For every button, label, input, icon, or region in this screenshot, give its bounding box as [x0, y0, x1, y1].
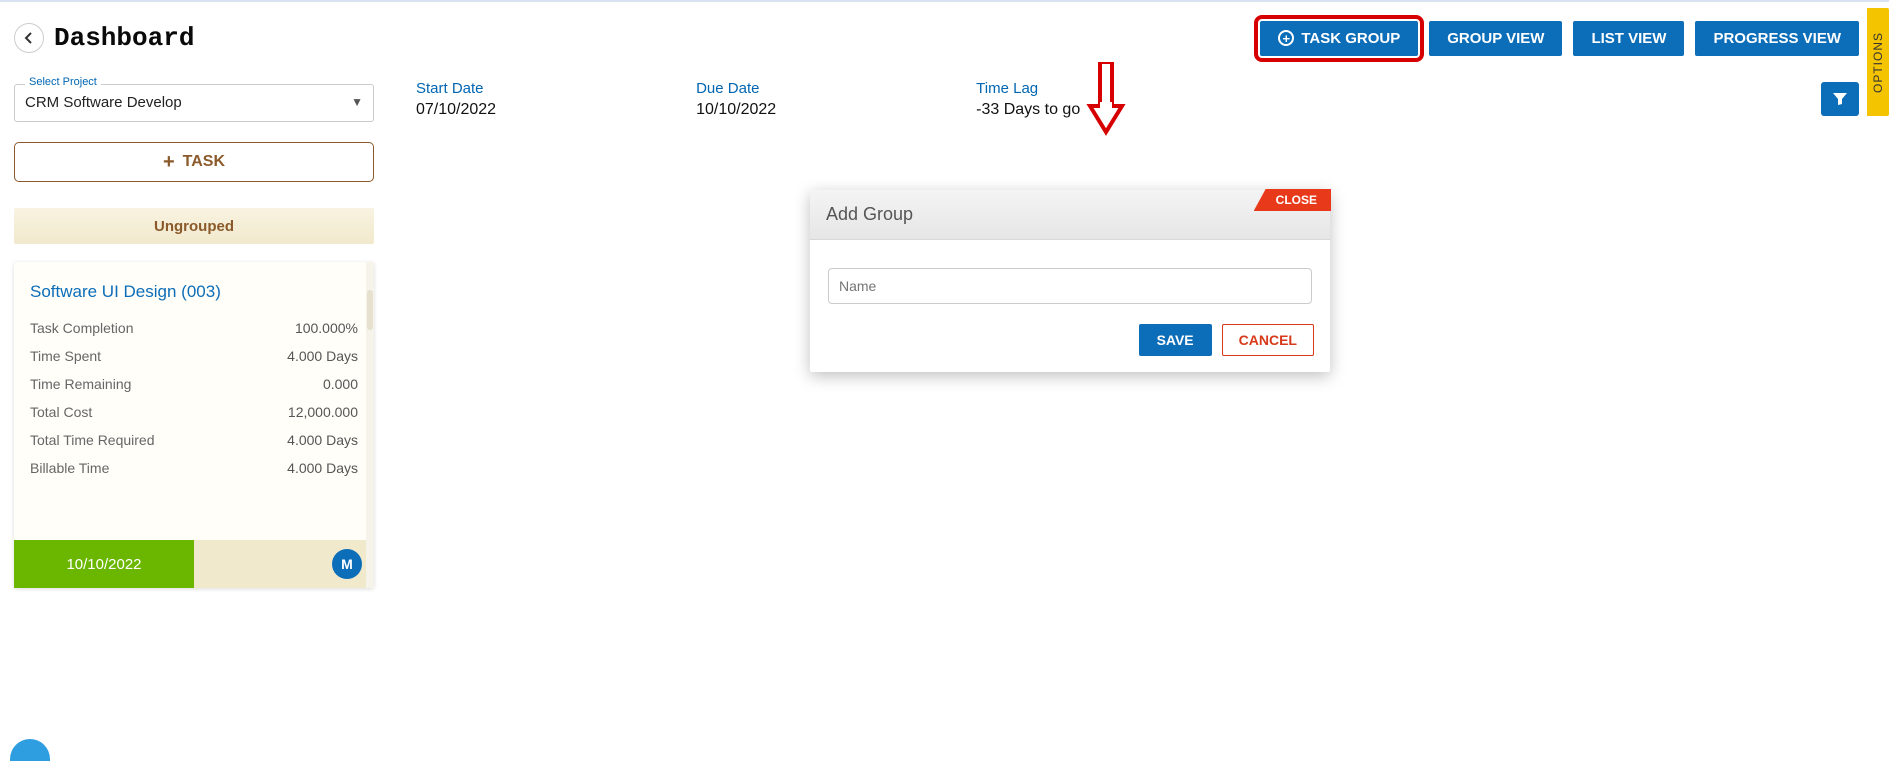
- group-ungrouped[interactable]: Ungrouped: [14, 208, 374, 244]
- modal-body: [810, 240, 1330, 318]
- time-lag-label: Time Lag: [976, 80, 1080, 97]
- task-row-value: 100.000%: [295, 320, 358, 336]
- start-date-label: Start Date: [416, 80, 496, 97]
- filter-button[interactable]: [1821, 82, 1859, 116]
- task-row: Time Remaining 0.000: [14, 370, 374, 398]
- task-row-value: 4.000 Days: [287, 460, 358, 476]
- header: Dashboard + TASK GROUP GROUP VIEW LIST V…: [14, 18, 1859, 58]
- due-date-label: Due Date: [696, 80, 776, 97]
- modal-title: Add Group: [810, 190, 1330, 240]
- list-view-button[interactable]: LIST VIEW: [1573, 21, 1684, 56]
- chevron-left-icon: [24, 32, 34, 44]
- task-card-title: Software UI Design (003): [14, 262, 374, 314]
- task-group-button[interactable]: + TASK GROUP: [1260, 21, 1418, 56]
- project-select[interactable]: Select Project CRM Software Develop ▼: [14, 84, 374, 122]
- plus-circle-icon: +: [1278, 30, 1294, 46]
- filter-icon: [1832, 92, 1848, 106]
- add-task-label: TASK: [183, 153, 225, 171]
- save-button[interactable]: SAVE: [1139, 324, 1212, 356]
- task-row-value: 4.000 Days: [287, 348, 358, 364]
- task-row-value: 0.000: [323, 376, 358, 392]
- card-scrollbar[interactable]: [366, 262, 374, 588]
- card-spacer: [14, 482, 374, 540]
- time-lag-block: Time Lag -33 Days to go: [976, 80, 1080, 119]
- add-task-button[interactable]: + TASK: [14, 142, 374, 182]
- task-card-footer: 10/10/2022 M: [14, 540, 374, 588]
- modal-close-button[interactable]: CLOSE: [1254, 189, 1331, 211]
- task-group-label: TASK GROUP: [1301, 30, 1400, 47]
- header-actions: + TASK GROUP GROUP VIEW LIST VIEW PROGRE…: [1260, 21, 1859, 56]
- task-card-date: 10/10/2022: [14, 540, 194, 588]
- task-row: Total Time Required 4.000 Days: [14, 426, 374, 454]
- avatar[interactable]: M: [332, 549, 362, 579]
- task-row: Time Spent 4.000 Days: [14, 342, 374, 370]
- task-row-label: Task Completion: [30, 320, 134, 336]
- project-select-value: CRM Software Develop: [25, 85, 363, 121]
- progress-view-button[interactable]: PROGRESS VIEW: [1695, 21, 1859, 56]
- options-side-tab[interactable]: OPTIONS: [1867, 8, 1889, 116]
- start-date-block: Start Date 07/10/2022: [416, 80, 496, 119]
- task-row-label: Billable Time: [30, 460, 109, 476]
- task-card-assignee-area: M: [194, 540, 374, 588]
- chevron-down-icon: ▼: [351, 95, 363, 109]
- cancel-button[interactable]: CANCEL: [1222, 324, 1314, 356]
- floating-partial-circle: [10, 739, 50, 761]
- task-row: Task Completion 100.000%: [14, 314, 374, 342]
- task-row-value: 4.000 Days: [287, 432, 358, 448]
- group-name-input[interactable]: [828, 268, 1312, 304]
- task-row-label: Time Remaining: [30, 376, 131, 392]
- add-group-modal: CLOSE Add Group SAVE CANCEL: [810, 190, 1330, 372]
- task-row: Total Cost 12,000.000: [14, 398, 374, 426]
- info-row: Select Project CRM Software Develop ▼ St…: [14, 76, 1859, 122]
- task-row-label: Total Cost: [30, 404, 92, 420]
- due-date-value: 10/10/2022: [696, 101, 776, 119]
- task-card[interactable]: Software UI Design (003) Task Completion…: [14, 262, 374, 588]
- due-date-block: Due Date 10/10/2022: [696, 80, 776, 119]
- modal-footer: SAVE CANCEL: [810, 318, 1330, 372]
- group-view-button[interactable]: GROUP VIEW: [1429, 21, 1562, 56]
- start-date-value: 07/10/2022: [416, 101, 496, 119]
- plus-icon: +: [163, 151, 175, 174]
- task-row: Billable Time 4.000 Days: [14, 454, 374, 482]
- page-title: Dashboard: [54, 23, 194, 53]
- back-button[interactable]: [14, 23, 44, 53]
- top-border: [0, 0, 1889, 2]
- task-row-label: Total Time Required: [30, 432, 155, 448]
- time-lag-value: -33 Days to go: [976, 101, 1080, 119]
- task-row-label: Time Spent: [30, 348, 101, 364]
- task-row-value: 12,000.000: [288, 404, 358, 420]
- project-select-label: Select Project: [25, 76, 101, 88]
